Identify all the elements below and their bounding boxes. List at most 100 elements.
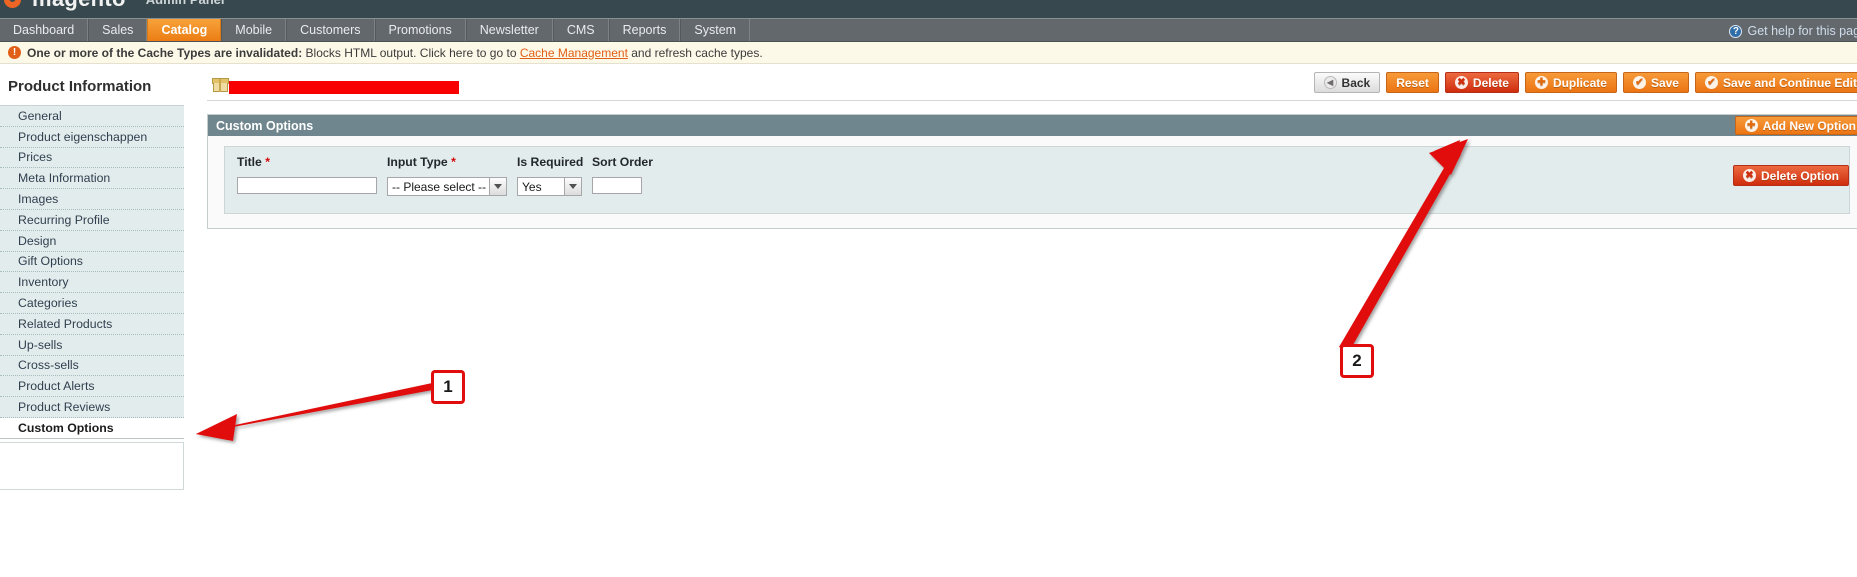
sidebar-item-images[interactable]: Images — [0, 189, 184, 210]
sidebar-item-label: General — [18, 108, 62, 123]
sidebar-item-label: Meta Information — [18, 171, 111, 186]
sidebar-item-meta-information[interactable]: Meta Information — [0, 168, 184, 190]
get-help-label: Get help for this page — [1747, 24, 1857, 38]
header-divider — [207, 100, 1857, 101]
notice-text-after-link: and refresh cache types. — [627, 45, 763, 60]
product-box-icon — [212, 77, 229, 93]
nav-label: Reports — [622, 23, 667, 37]
nav-item-mobile[interactable]: Mobile — [221, 19, 287, 41]
main-navigation: Dashboard Sales Catalog Mobile Customers… — [0, 18, 1857, 42]
sidebar-item-label: Design — [18, 233, 57, 248]
annotation-badge-number: 2 — [1352, 351, 1362, 370]
nav-item-reports[interactable]: Reports — [608, 19, 681, 41]
custom-options-panel: Custom Options ✚ Add New Option Title * — [207, 114, 1857, 229]
field-input-type: Input Type * -- Please select -- — [387, 155, 517, 196]
custom-option-row: Title * Input Type * -- Please select --… — [224, 146, 1850, 214]
is-required-selected-value: Yes — [522, 179, 542, 194]
annotation-badge-1: 1 — [431, 370, 465, 404]
save-button[interactable]: ✔ Save — [1622, 72, 1689, 93]
input-type-label-text: Input Type — [387, 155, 448, 169]
plus-icon: ✚ — [1534, 76, 1548, 89]
title-label: Title * — [237, 155, 387, 169]
sidebar-item-product-eigenschappen[interactable]: Product eigenschappen — [0, 127, 184, 148]
sidebar-list: General Product eigenschappen Prices Met… — [0, 105, 184, 439]
reset-button[interactable]: Reset — [1386, 72, 1439, 93]
option-title-input[interactable] — [237, 177, 377, 194]
chevron-down-icon — [489, 178, 506, 195]
title-label-text: Title — [237, 155, 262, 169]
sidebar-item-design[interactable]: Design — [0, 231, 184, 252]
sidebar-item-up-sells[interactable]: Up-sells — [0, 335, 184, 356]
nav-label: Mobile — [235, 23, 273, 37]
get-help-link[interactable]: ? Get help for this page — [1729, 19, 1857, 43]
sidebar-item-label: Custom Options — [18, 420, 114, 435]
back-arrow-icon: ◀ — [1323, 76, 1337, 89]
sort-order-label: Sort Order — [592, 155, 653, 169]
sidebar-item-cross-sells[interactable]: Cross-sells — [0, 356, 184, 377]
required-marker: * — [265, 155, 270, 169]
required-marker: * — [451, 155, 456, 169]
save-and-continue-edit-button[interactable]: ✔ Save and Continue Edit — [1694, 72, 1857, 93]
nav-item-promotions[interactable]: Promotions — [374, 19, 466, 41]
sidebar-item-label: Product Alerts — [18, 379, 95, 394]
nav-label: System — [694, 23, 737, 37]
delete-button[interactable]: ✖ Delete — [1444, 72, 1519, 93]
notice-text-before-link: Blocks HTML output. Click here to go to — [302, 45, 520, 60]
sidebar-item-inventory[interactable]: Inventory — [0, 272, 184, 294]
notice-text: One or more of the Cache Types are inval… — [27, 46, 763, 60]
warning-circle-icon: ! — [8, 46, 21, 59]
save-label: Save — [1650, 75, 1679, 90]
sidebar-item-product-alerts[interactable]: Product Alerts — [0, 376, 184, 398]
add-new-option-button[interactable]: ✚ Add New Option — [1734, 116, 1857, 135]
brand-bar: magento Admin Panel — [0, 0, 1857, 18]
sidebar-item-custom-options[interactable]: Custom Options — [0, 417, 184, 439]
sidebar-item-gift-options[interactable]: Gift Options — [0, 252, 184, 273]
nav-item-system[interactable]: System — [680, 19, 751, 41]
sidebar-title: Product Information — [8, 78, 152, 95]
nav-item-cms[interactable]: CMS — [552, 19, 609, 41]
nav-item-newsletter[interactable]: Newsletter — [465, 19, 553, 41]
sidebar-item-related-products[interactable]: Related Products — [0, 314, 184, 335]
duplicate-button[interactable]: ✚ Duplicate — [1524, 72, 1617, 93]
option-is-required-select[interactable]: Yes — [517, 177, 582, 196]
sidebar-item-categories[interactable]: Categories — [0, 293, 184, 314]
cache-management-link[interactable]: Cache Management — [520, 46, 628, 60]
nav-label: Dashboard — [13, 23, 75, 37]
nav-item-sales[interactable]: Sales — [88, 19, 148, 41]
check-icon: ✔ — [1632, 76, 1646, 89]
nav-item-catalog[interactable]: Catalog — [147, 19, 222, 41]
nav-label: Customers — [300, 23, 361, 37]
sidebar-item-general[interactable]: General — [0, 106, 184, 127]
sidebar-item-recurring-profile[interactable]: Recurring Profile — [0, 210, 184, 231]
sidebar-item-prices[interactable]: Prices — [0, 148, 184, 169]
sidebar-item-product-reviews[interactable]: Product Reviews — [0, 397, 184, 418]
option-sort-order-input[interactable] — [592, 177, 642, 194]
sidebar-item-label: Product eigenschappen — [18, 129, 148, 144]
panel-title: Custom Options — [216, 118, 314, 133]
custom-options-panel-body: Title * Input Type * -- Please select --… — [208, 136, 1857, 228]
add-new-option-label: Add New Option — [1762, 118, 1856, 133]
nav-label: Sales — [102, 23, 134, 37]
question-circle-icon: ? — [1729, 24, 1743, 38]
sidebar-item-label: Recurring Profile — [18, 212, 110, 227]
brand-name: magento — [32, 0, 126, 12]
option-input-type-select[interactable]: -- Please select -- — [387, 177, 507, 196]
field-is-required: Is Required Yes — [517, 155, 592, 196]
page-title-group — [207, 77, 459, 94]
reset-label: Reset — [1396, 75, 1429, 90]
nav-item-dashboard[interactable]: Dashboard — [0, 19, 89, 41]
input-type-label: Input Type * — [387, 155, 517, 169]
sidebar-item-label: Prices — [18, 150, 53, 165]
save-and-continue-label: Save and Continue Edit — [1722, 75, 1857, 90]
chevron-down-icon — [564, 178, 581, 195]
cache-invalidated-notice: ! One or more of the Cache Types are inv… — [0, 42, 1857, 64]
magento-logo-icon — [0, 0, 26, 14]
nav-label: Newsletter — [479, 23, 539, 37]
delete-option-button[interactable]: ✖ Delete Option — [1732, 165, 1849, 186]
back-button[interactable]: ◀ Back — [1313, 72, 1381, 93]
sidebar-footer-area — [0, 441, 184, 490]
magento-logo[interactable]: magento Admin Panel — [0, 0, 225, 16]
field-sort-order: Sort Order — [592, 155, 653, 194]
sidebar-item-label: Up-sells — [18, 337, 63, 352]
nav-item-customers[interactable]: Customers — [286, 19, 375, 41]
